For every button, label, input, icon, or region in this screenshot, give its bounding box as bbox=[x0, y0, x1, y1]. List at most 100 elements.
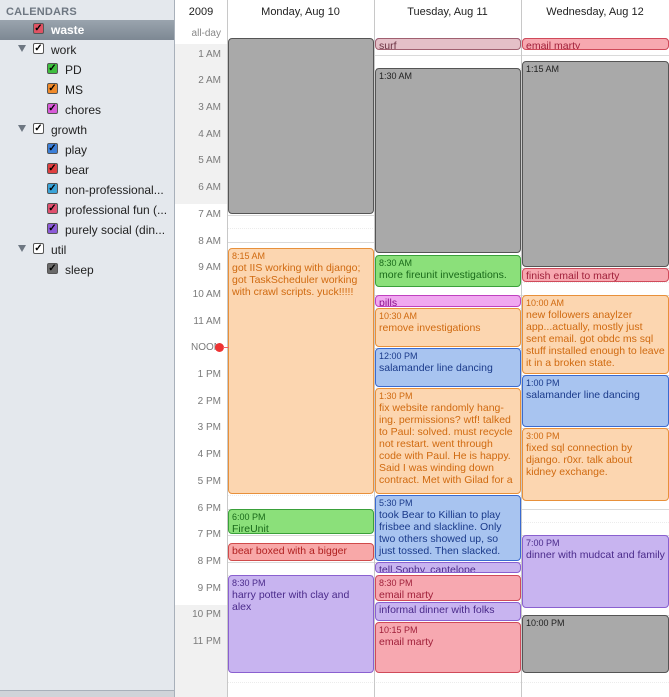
checkbox-icon[interactable]: ✓ bbox=[47, 203, 58, 214]
calendar-event[interactable]: 8:30 PM email marty bbox=[375, 575, 521, 601]
checkbox-icon[interactable]: ✓ bbox=[47, 103, 58, 114]
checkbox-icon[interactable]: ✓ bbox=[47, 83, 58, 94]
calendar-event[interactable]: 8:15 AM got IIS working with django; got … bbox=[228, 248, 374, 494]
event-title: more fireunit investigations. bbox=[379, 269, 507, 281]
event-title: harry potter with clay and alex bbox=[232, 589, 350, 613]
event-time: 8:30 AM bbox=[379, 258, 413, 268]
day-header-tue[interactable]: Tuesday, Aug 11 bbox=[374, 6, 521, 18]
calendar-event[interactable]: 7:00 PM dinner with mudcat and family bbox=[522, 535, 669, 608]
calendar-event[interactable]: 3:00 PM fixed sql connection by django. r… bbox=[522, 428, 669, 501]
calendar-event[interactable]: tell Sophy, cantelope bbox=[375, 562, 521, 573]
time-label: 1 PM bbox=[197, 369, 221, 380]
event-time: 1:00 PM bbox=[526, 378, 560, 388]
calendar-event[interactable] bbox=[228, 38, 374, 214]
calendar-event[interactable]: 1:00 PM salamander line dancing bbox=[522, 375, 669, 427]
calendar-item-chores[interactable]: ✓ chores bbox=[0, 100, 174, 120]
calendar-item-growth[interactable]: ✓ growth bbox=[0, 120, 174, 140]
event-time: 12:00 PM bbox=[379, 351, 418, 361]
checkbox-icon[interactable]: ✓ bbox=[47, 183, 58, 194]
calendar-item-work[interactable]: ✓ work bbox=[0, 40, 174, 60]
calendar-event[interactable]: 5:30 PM took Bear to Killian to play fris… bbox=[375, 495, 521, 561]
event-time: 3:00 PM bbox=[526, 431, 560, 441]
event-title: bear boxed with a bigger bbox=[232, 545, 347, 557]
checkbox-icon[interactable]: ✓ bbox=[33, 23, 44, 34]
calendar-item-ms[interactable]: ✓ MS bbox=[0, 80, 174, 100]
calendar-event[interactable]: surf bbox=[375, 38, 521, 50]
day-header-wed[interactable]: Wednesday, Aug 12 bbox=[521, 6, 669, 18]
event-time: 5:30 PM bbox=[379, 498, 413, 508]
calendar-event[interactable]: 8:30 PM harry potter with clay and alex bbox=[228, 575, 374, 673]
year-label: 2009 bbox=[188, 6, 214, 18]
calendar-event[interactable]: 6:00 PM FireUnit bbox=[228, 509, 374, 534]
event-time: 7:00 PM bbox=[526, 538, 560, 548]
calendar-event[interactable]: finish email to marty bbox=[522, 268, 669, 282]
time-label: 6 AM bbox=[198, 182, 221, 193]
calendar-item-util[interactable]: ✓ util bbox=[0, 240, 174, 260]
calendar-event[interactable]: 1:15 AM bbox=[522, 61, 669, 267]
calendar-item-waste[interactable]: ✓ waste bbox=[0, 20, 174, 40]
checkbox-icon[interactable]: ✓ bbox=[33, 123, 44, 134]
event-title: got IIS working with django; got TaskSch… bbox=[232, 262, 361, 298]
checkbox-icon[interactable]: ✓ bbox=[33, 43, 44, 54]
sidebar-footer bbox=[0, 690, 174, 697]
event-time: 8:30 PM bbox=[379, 578, 413, 588]
calendar-event[interactable]: bear boxed with a bigger bbox=[228, 543, 374, 561]
event-title: surf bbox=[379, 40, 397, 50]
calendar-item-bear[interactable]: ✓ bear bbox=[0, 160, 174, 180]
time-label: 4 AM bbox=[198, 129, 221, 140]
calendar-item-sleep[interactable]: ✓ sleep bbox=[0, 260, 174, 280]
time-label: 3 AM bbox=[198, 102, 221, 113]
calendar-sidebar: CALENDARS ✓ waste ✓ work ✓ PD ✓ MS ✓ chores ✓ growt… bbox=[0, 0, 175, 697]
calendar-item-purely-social-din[interactable]: ✓ purely social (din... bbox=[0, 220, 174, 240]
calendar-event[interactable]: 10:15 PM email marty bbox=[375, 622, 521, 673]
calendar-event[interactable]: 8:30 AM more fireunit investigations. bbox=[375, 255, 521, 287]
time-grid[interactable]: 1 AM 2 AM 3 AM 4 AM 5 AM 6 AM 7 AM 8 AM 9 AM 10 A… bbox=[175, 0, 669, 697]
calendar-event[interactable]: pills bbox=[375, 295, 521, 307]
calendar-event[interactable]: 1:30 AM bbox=[375, 68, 521, 253]
event-time: 10:00 AM bbox=[526, 298, 565, 308]
time-label: 8 PM bbox=[197, 556, 221, 567]
event-time: 10:30 AM bbox=[379, 311, 418, 321]
disclosure-triangle-icon[interactable] bbox=[18, 245, 26, 252]
calendar-item-non-professional[interactable]: ✓ non-professional... bbox=[0, 180, 174, 200]
event-title: remove investigations bbox=[379, 322, 481, 334]
calendar-event[interactable]: 10:30 AM remove investigations bbox=[375, 308, 521, 347]
calendar-item-play[interactable]: ✓ play bbox=[0, 140, 174, 160]
checkbox-icon[interactable]: ✓ bbox=[47, 223, 58, 234]
event-title: FireUnit bbox=[232, 523, 269, 534]
calendar-event[interactable]: 12:00 PM salamander line dancing bbox=[375, 348, 521, 387]
time-label: 8 AM bbox=[198, 236, 221, 247]
checkbox-icon[interactable]: ✓ bbox=[33, 243, 44, 254]
event-title: fixed sql connection by django. r0xr. ta… bbox=[526, 442, 633, 478]
calendar-label: waste bbox=[51, 23, 85, 37]
event-time: 1:30 PM bbox=[379, 391, 413, 401]
week-view: 2009 Monday, Aug 10 Tuesday, Aug 11 Wedn… bbox=[175, 0, 669, 697]
checkbox-icon[interactable]: ✓ bbox=[47, 263, 58, 274]
calendar-event[interactable]: informal dinner with folks bbox=[375, 602, 521, 621]
calendar-item-pd[interactable]: ✓ PD bbox=[0, 60, 174, 80]
calendar-label: util bbox=[51, 243, 67, 257]
calendar-label: professional fun (... bbox=[65, 203, 168, 217]
calendar-label: sleep bbox=[65, 263, 94, 277]
time-label: 11 AM bbox=[193, 316, 221, 327]
calendar-event[interactable]: 10:00 AM new followers anaylzer app...act… bbox=[522, 295, 669, 374]
event-title: informal dinner with folks bbox=[379, 604, 495, 616]
checkbox-icon[interactable]: ✓ bbox=[47, 163, 58, 174]
disclosure-triangle-icon[interactable] bbox=[18, 45, 26, 52]
calendar-label: purely social (din... bbox=[65, 223, 166, 237]
calendar-item-professional-fun[interactable]: ✓ professional fun (... bbox=[0, 200, 174, 220]
day-header-mon[interactable]: Monday, Aug 10 bbox=[227, 6, 374, 18]
checkbox-icon[interactable]: ✓ bbox=[47, 63, 58, 74]
calendar-event[interactable]: email marty bbox=[522, 38, 669, 50]
checkbox-icon[interactable]: ✓ bbox=[47, 143, 58, 154]
disclosure-triangle-icon[interactable] bbox=[18, 125, 26, 132]
time-label: 5 PM bbox=[197, 476, 221, 487]
time-label: 10 AM bbox=[192, 289, 221, 300]
event-title: finish email to marty bbox=[526, 270, 620, 282]
time-label: 1 AM bbox=[198, 49, 221, 60]
calendar-label: chores bbox=[65, 103, 102, 117]
half-hour-gridline bbox=[227, 682, 669, 683]
calendar-event[interactable]: 10:00 PM bbox=[522, 615, 669, 673]
calendar-event[interactable]: 1:30 PM fix website randomly hang-ing. pe… bbox=[375, 388, 521, 494]
event-title: email marty bbox=[526, 40, 581, 50]
